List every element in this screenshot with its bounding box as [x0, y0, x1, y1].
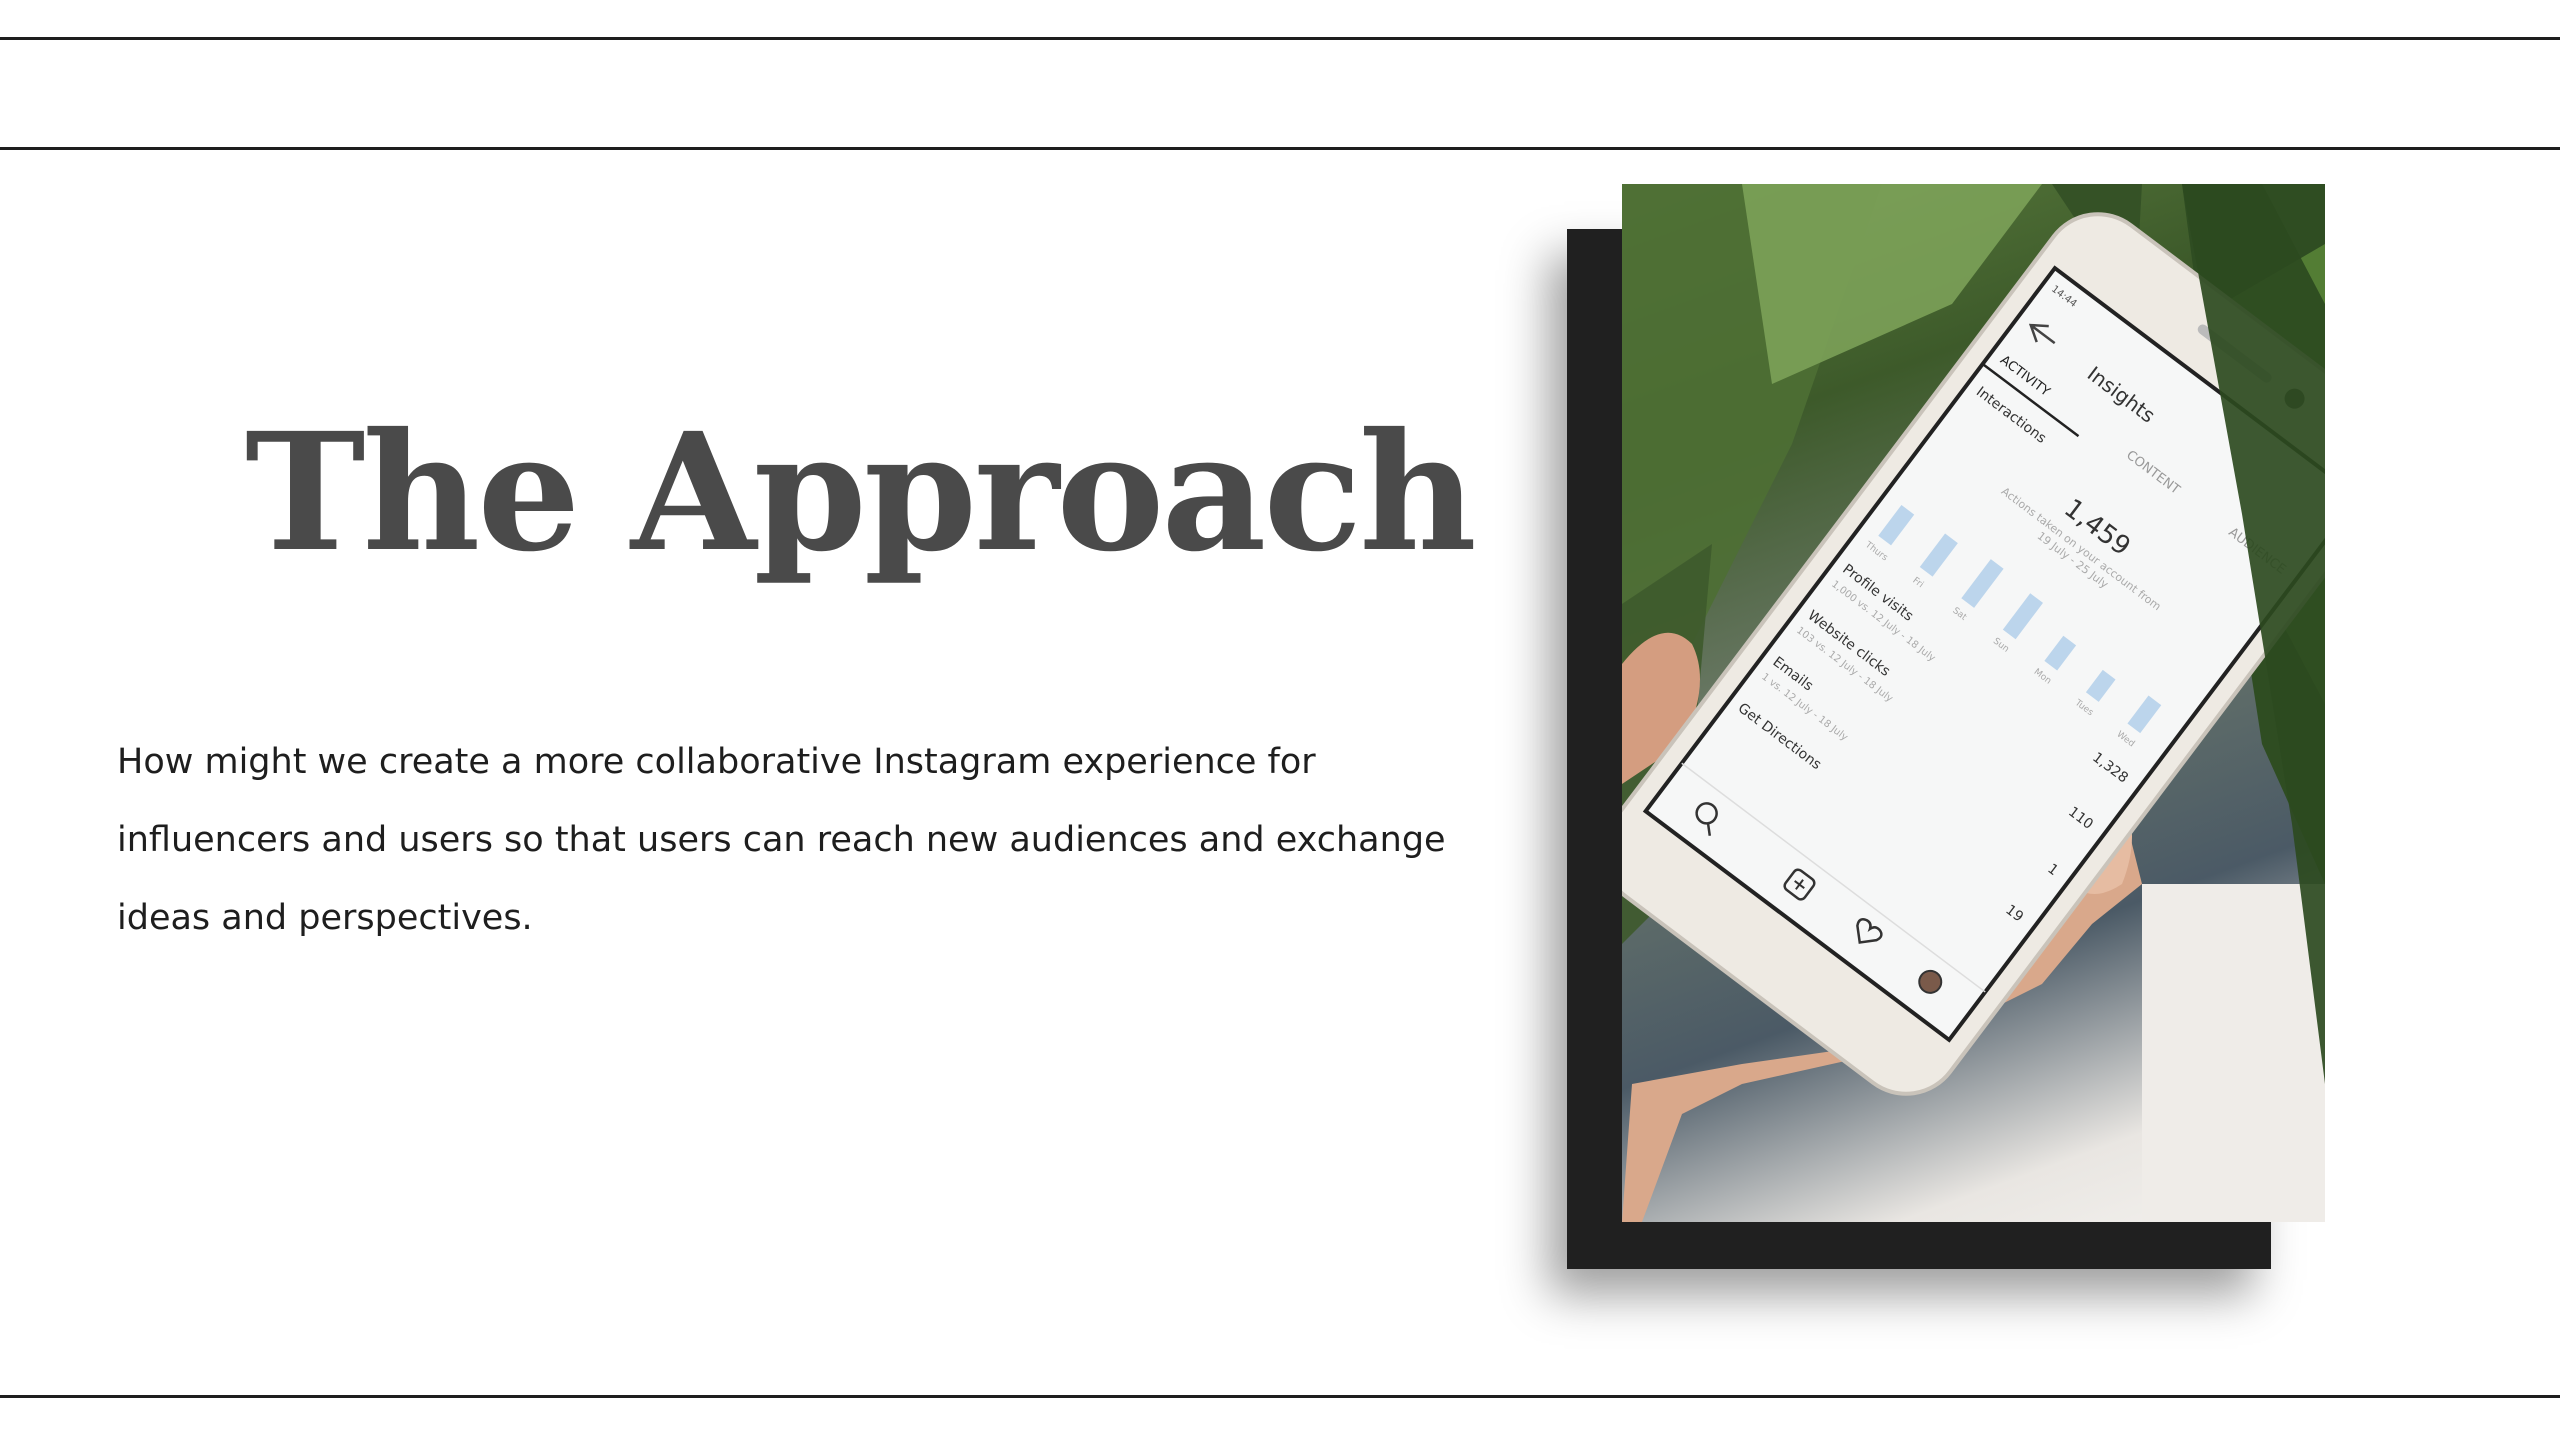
- phone-photo: 14:44 Insights ACTIVITY CONTENT AUDIENCE…: [1622, 184, 2325, 1222]
- top-rule: [0, 37, 2560, 40]
- slide: The Approach How might we create a more …: [0, 0, 2560, 1438]
- header-rule: [0, 147, 2560, 150]
- slide-title: The Approach: [245, 398, 1477, 588]
- bottom-rule: [0, 1395, 2560, 1398]
- slide-body: How might we create a more collaborative…: [117, 742, 1446, 938]
